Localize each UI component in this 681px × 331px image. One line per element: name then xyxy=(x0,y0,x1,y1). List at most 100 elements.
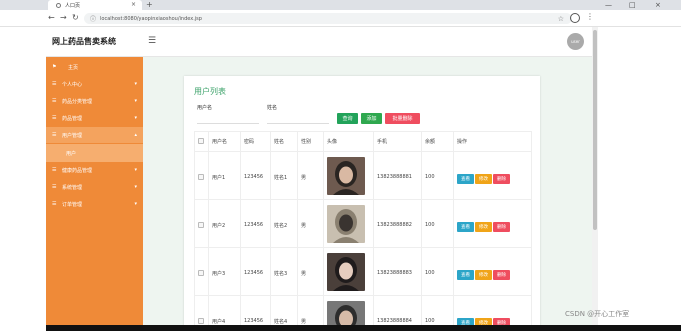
sidebar-item-drugs[interactable]: ☰ 药品管理 ▾ xyxy=(46,110,143,126)
table-row: 用户2 123456 姓名2 男 13823888882 100 查看 修改 删除 xyxy=(194,199,532,248)
user-avatar-photo xyxy=(327,156,365,195)
window-close-button[interactable]: × xyxy=(655,0,661,10)
name-search-input[interactable] xyxy=(267,112,329,124)
column-header: 手机 xyxy=(373,131,422,152)
cell-password: 123456 xyxy=(240,199,271,248)
bookmark-star-icon[interactable]: ☆ xyxy=(558,15,564,23)
browser-tab-strip: 人口页 × + — □ × xyxy=(0,0,681,10)
row-checkbox[interactable] xyxy=(198,270,204,276)
username-label: 用户名 xyxy=(197,105,213,111)
cell-actions: 查看 修改 删除 xyxy=(453,199,532,248)
sidebar-item-home[interactable]: ⚑ 主页 xyxy=(46,59,143,75)
forward-icon[interactable]: → xyxy=(60,13,67,23)
select-all-checkbox[interactable] xyxy=(198,137,204,144)
edit-button[interactable]: 修改 xyxy=(475,270,492,280)
sidebar-item-label: 药品分类管理 xyxy=(62,98,93,105)
menu-icon: ☰ xyxy=(52,201,57,207)
column-header: 性别 xyxy=(297,131,324,152)
sidebar: ⚑ 主页 ☰ 个人中心 ▾ ☰ 药品分类管理 ▾ ☰ 药品管理 ▾ ☰ 用户管理… xyxy=(46,57,143,331)
back-icon[interactable]: ← xyxy=(48,13,55,23)
view-button[interactable]: 查看 xyxy=(457,270,474,280)
user-avatar-photo xyxy=(327,204,365,243)
view-button[interactable]: 查看 xyxy=(457,174,474,184)
cell-balance: 100 xyxy=(421,247,454,296)
view-button[interactable]: 查看 xyxy=(457,222,474,232)
sidebar-item-health-drugs[interactable]: ☰ 健康药品管理 ▾ xyxy=(46,162,143,178)
browser-menu-icon[interactable]: ⋮ xyxy=(586,12,594,21)
column-header: 密码 xyxy=(240,131,271,152)
menu-icon: ☰ xyxy=(52,98,57,104)
delete-button[interactable]: 删除 xyxy=(493,222,510,232)
globe-icon xyxy=(56,2,61,8)
maximize-button[interactable]: □ xyxy=(629,0,636,10)
taskbar xyxy=(46,325,681,331)
sidebar-item-personal[interactable]: ☰ 个人中心 ▾ xyxy=(46,76,143,92)
account-icon[interactable] xyxy=(570,13,580,23)
scrollbar-thumb[interactable] xyxy=(593,30,597,230)
menu-icon: ☰ xyxy=(52,115,57,121)
sidebar-item-label: 主页 xyxy=(68,64,79,71)
username-search-input[interactable] xyxy=(197,112,259,124)
cell-username: 用户1 xyxy=(208,151,241,200)
tab-title: 人口页 xyxy=(65,2,81,9)
flag-icon: ⚑ xyxy=(52,64,57,70)
row-checkbox[interactable] xyxy=(198,174,204,180)
add-button[interactable]: 添加 xyxy=(361,113,382,124)
select-all-cell xyxy=(194,131,209,152)
browser-tab[interactable]: 人口页 × xyxy=(48,0,142,10)
cell-name: 姓名1 xyxy=(270,151,298,200)
chevron-down-icon: ▾ xyxy=(134,167,137,173)
url-field[interactable]: ⓘ localhost:8080/yaopinxiaoshou/index.js… xyxy=(84,13,572,24)
address-bar-area: ← → ↻ ⓘ localhost:8080/yaopinxiaoshou/in… xyxy=(0,10,681,27)
chevron-down-icon: ▾ xyxy=(134,115,137,121)
row-select-cell xyxy=(194,199,209,248)
cell-gender: 男 xyxy=(297,199,324,248)
sidebar-item-label: 健康药品管理 xyxy=(62,167,93,174)
cell-balance: 100 xyxy=(421,151,454,200)
cell-gender: 男 xyxy=(297,151,324,200)
edit-button[interactable]: 修改 xyxy=(475,222,492,232)
cell-password: 123456 xyxy=(240,151,271,200)
sidebar-item-label: 系统管理 xyxy=(62,184,83,191)
cell-username: 用户2 xyxy=(208,199,241,248)
sidebar-item-users[interactable]: ☰ 用户管理 ▴ xyxy=(46,127,143,143)
avatar[interactable]: user xyxy=(567,33,584,50)
page-right-margin xyxy=(598,27,681,331)
cell-actions: 查看 修改 删除 xyxy=(453,247,532,296)
sidebar-item-drug-category[interactable]: ☰ 药品分类管理 ▾ xyxy=(46,93,143,109)
watermark: CSDN @开心工作室 xyxy=(565,310,630,318)
cell-avatar xyxy=(323,151,374,200)
cell-gender: 男 xyxy=(297,247,324,296)
column-header: 操作 xyxy=(453,131,532,152)
row-checkbox[interactable] xyxy=(198,222,204,228)
minimize-button[interactable]: — xyxy=(605,0,612,10)
new-tab-button[interactable]: + xyxy=(146,0,153,10)
cell-balance: 100 xyxy=(421,199,454,248)
user-avatar-photo xyxy=(327,252,365,291)
cell-name: 姓名2 xyxy=(270,199,298,248)
column-header: 用户名 xyxy=(208,131,241,152)
table-header-row: 用户名 密码 姓名 性别 头像 手机 余额 操作 xyxy=(194,131,532,152)
cell-password: 123456 xyxy=(240,247,271,296)
column-header: 头像 xyxy=(323,131,374,152)
name-label: 姓名 xyxy=(267,105,278,111)
menu-icon: ☰ xyxy=(52,184,57,190)
sidebar-item-orders[interactable]: ☰ 订单管理 ▾ xyxy=(46,196,143,212)
batch-delete-button[interactable]: 批量删除 xyxy=(385,113,420,124)
info-icon[interactable]: ⓘ xyxy=(90,14,96,23)
search-button[interactable]: 查询 xyxy=(337,113,358,124)
sidebar-subitem-user[interactable]: 用户 xyxy=(46,144,143,162)
sidebar-item-system[interactable]: ☰ 系统管理 ▾ xyxy=(46,179,143,195)
delete-button[interactable]: 删除 xyxy=(493,174,510,184)
chevron-down-icon: ▾ xyxy=(134,184,137,190)
tab-close-button[interactable]: × xyxy=(131,1,136,8)
page-title: 用户列表 xyxy=(194,87,226,96)
menu-toggle-icon[interactable]: ☰ xyxy=(148,36,156,46)
sidebar-item-label: 用户管理 xyxy=(62,132,83,139)
edit-button[interactable]: 修改 xyxy=(475,174,492,184)
reload-icon[interactable]: ↻ xyxy=(72,13,79,23)
row-select-cell xyxy=(194,247,209,296)
menu-icon: ☰ xyxy=(52,81,57,87)
delete-button[interactable]: 删除 xyxy=(493,270,510,280)
row-checkbox[interactable] xyxy=(198,318,204,324)
